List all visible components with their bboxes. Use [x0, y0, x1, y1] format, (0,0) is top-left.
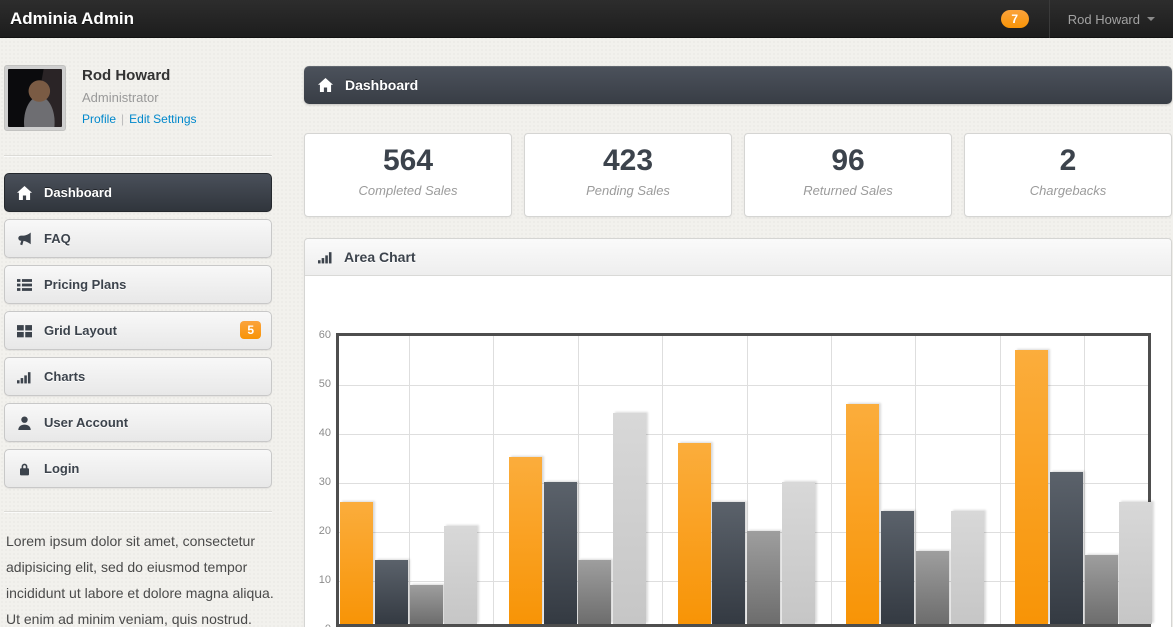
sidebar-item-label: Grid Layout — [44, 323, 117, 338]
bar-chart-icon — [17, 370, 33, 384]
sidebar-divider-top — [4, 155, 272, 156]
y-axis-tick: 0 — [307, 623, 331, 627]
sidebar-item-dashboard[interactable]: Dashboard — [4, 173, 272, 212]
sidebar-item-label: Login — [44, 461, 79, 476]
top-navbar: Adminia Admin 7 Rod Howard — [0, 0, 1173, 38]
bar-orange — [340, 502, 373, 625]
navbar-right: 7 Rod Howard — [1001, 0, 1173, 38]
sidebar: Rod Howard Administrator Profile|Edit Se… — [4, 60, 272, 150]
list-icon — [17, 278, 33, 292]
profile-links: Profile|Edit Settings — [82, 112, 197, 126]
sidebar-item-label: User Account — [44, 415, 128, 430]
stat-value: 564 — [305, 144, 511, 178]
bar-mid-gray — [578, 560, 611, 624]
sidebar-item-charts[interactable]: Charts — [4, 357, 272, 396]
user-dropdown[interactable]: Rod Howard — [1049, 0, 1173, 38]
user-icon — [17, 416, 33, 430]
bar-mid-gray — [916, 551, 949, 625]
sidebar-item-user-account[interactable]: User Account — [4, 403, 272, 442]
panel-header: Area Chart — [305, 239, 1171, 276]
panel-title: Area Chart — [344, 249, 416, 265]
bar-light-gray — [444, 526, 477, 624]
bar-orange — [509, 457, 542, 624]
bullhorn-icon — [17, 232, 33, 246]
bar-orange — [846, 404, 879, 625]
bar-orange — [1015, 350, 1048, 624]
bar-dark-slate — [712, 502, 745, 625]
stat-box: 423 Pending Sales — [524, 133, 732, 217]
y-axis-tick: 30 — [307, 476, 331, 488]
sidebar-item-grid-layout[interactable]: Grid Layout 5 — [4, 311, 272, 350]
home-icon — [17, 186, 33, 200]
sidebar-description: Lorem ipsum dolor sit amet, consectetur … — [6, 528, 276, 627]
page-title: Dashboard — [345, 77, 418, 93]
y-axis-tick: 10 — [307, 574, 331, 586]
bar-orange — [678, 443, 711, 624]
y-axis-tick: 20 — [307, 525, 331, 537]
app-brand: Adminia Admin — [0, 9, 134, 29]
sidebar-item-label: Charts — [44, 369, 85, 384]
profile-role: Administrator — [82, 90, 197, 105]
grid-icon — [17, 324, 33, 338]
bar-dark-slate — [375, 560, 408, 624]
stat-label: Returned Sales — [745, 183, 951, 198]
stat-value: 423 — [525, 144, 731, 178]
bar-chart: 01020304050601.01.52.02.53.03.54.04.55.0 — [305, 276, 1171, 627]
user-dropdown-label: Rod Howard — [1068, 12, 1140, 27]
sidebar-menu: Dashboard FAQ Pricing Plans Grid Layout 5 Cha… — [4, 173, 272, 495]
notification-badge[interactable]: 7 — [1001, 10, 1029, 28]
stats-row: 564 Completed Sales 423 Pending Sales 96 Retu… — [304, 133, 1172, 217]
sidebar-item-faq[interactable]: FAQ — [4, 219, 272, 258]
y-axis-tick: 40 — [307, 427, 331, 439]
bar-dark-slate — [544, 482, 577, 624]
sidebar-item-label: Dashboard — [44, 185, 112, 200]
y-axis-tick: 50 — [307, 378, 331, 390]
bar-light-gray — [951, 511, 984, 624]
page-header: Dashboard — [304, 66, 1172, 104]
chevron-down-icon — [1147, 17, 1155, 21]
bar-mid-gray — [1085, 555, 1118, 624]
bar-mid-gray — [410, 585, 443, 624]
area-chart-panel: Area Chart 01020304050601.01.52.02.53.03… — [304, 238, 1172, 627]
stat-value: 96 — [745, 144, 951, 178]
lock-icon — [17, 462, 33, 476]
main-content: Dashboard 564Completed Sales423Pending S… — [304, 66, 1172, 104]
sidebar-item-label: FAQ — [44, 231, 71, 246]
y-axis-tick: 60 — [307, 329, 331, 341]
bar-chart-icon — [318, 250, 333, 264]
menu-badge: 5 — [240, 321, 261, 339]
bar-light-gray — [1119, 502, 1152, 625]
home-icon — [318, 78, 333, 92]
stat-box: 2 Chargebacks — [964, 133, 1172, 217]
sidebar-item-label: Pricing Plans — [44, 277, 126, 292]
bar-light-gray — [613, 413, 646, 624]
sidebar-divider-bottom — [4, 511, 272, 512]
profile-card: Rod Howard Administrator Profile|Edit Se… — [4, 60, 272, 150]
profile-link[interactable]: Profile — [82, 112, 116, 126]
bar-mid-gray — [747, 531, 780, 624]
stat-label: Pending Sales — [525, 183, 731, 198]
sidebar-item-pricing-plans[interactable]: Pricing Plans — [4, 265, 272, 304]
profile-name: Rod Howard — [82, 67, 197, 84]
sidebar-item-login[interactable]: Login — [4, 449, 272, 488]
bar-light-gray — [782, 482, 815, 624]
plot-area — [336, 333, 1151, 627]
bar-dark-slate — [1050, 472, 1083, 624]
edit-settings-link[interactable]: Edit Settings — [129, 112, 196, 126]
stat-box: 564 Completed Sales — [304, 133, 512, 217]
stat-label: Chargebacks — [965, 183, 1171, 198]
stat-label: Completed Sales — [305, 183, 511, 198]
stat-value: 2 — [965, 144, 1171, 178]
avatar-photo — [8, 69, 62, 127]
bar-dark-slate — [881, 511, 914, 624]
stat-box: 96 Returned Sales — [744, 133, 952, 217]
avatar — [4, 65, 66, 131]
